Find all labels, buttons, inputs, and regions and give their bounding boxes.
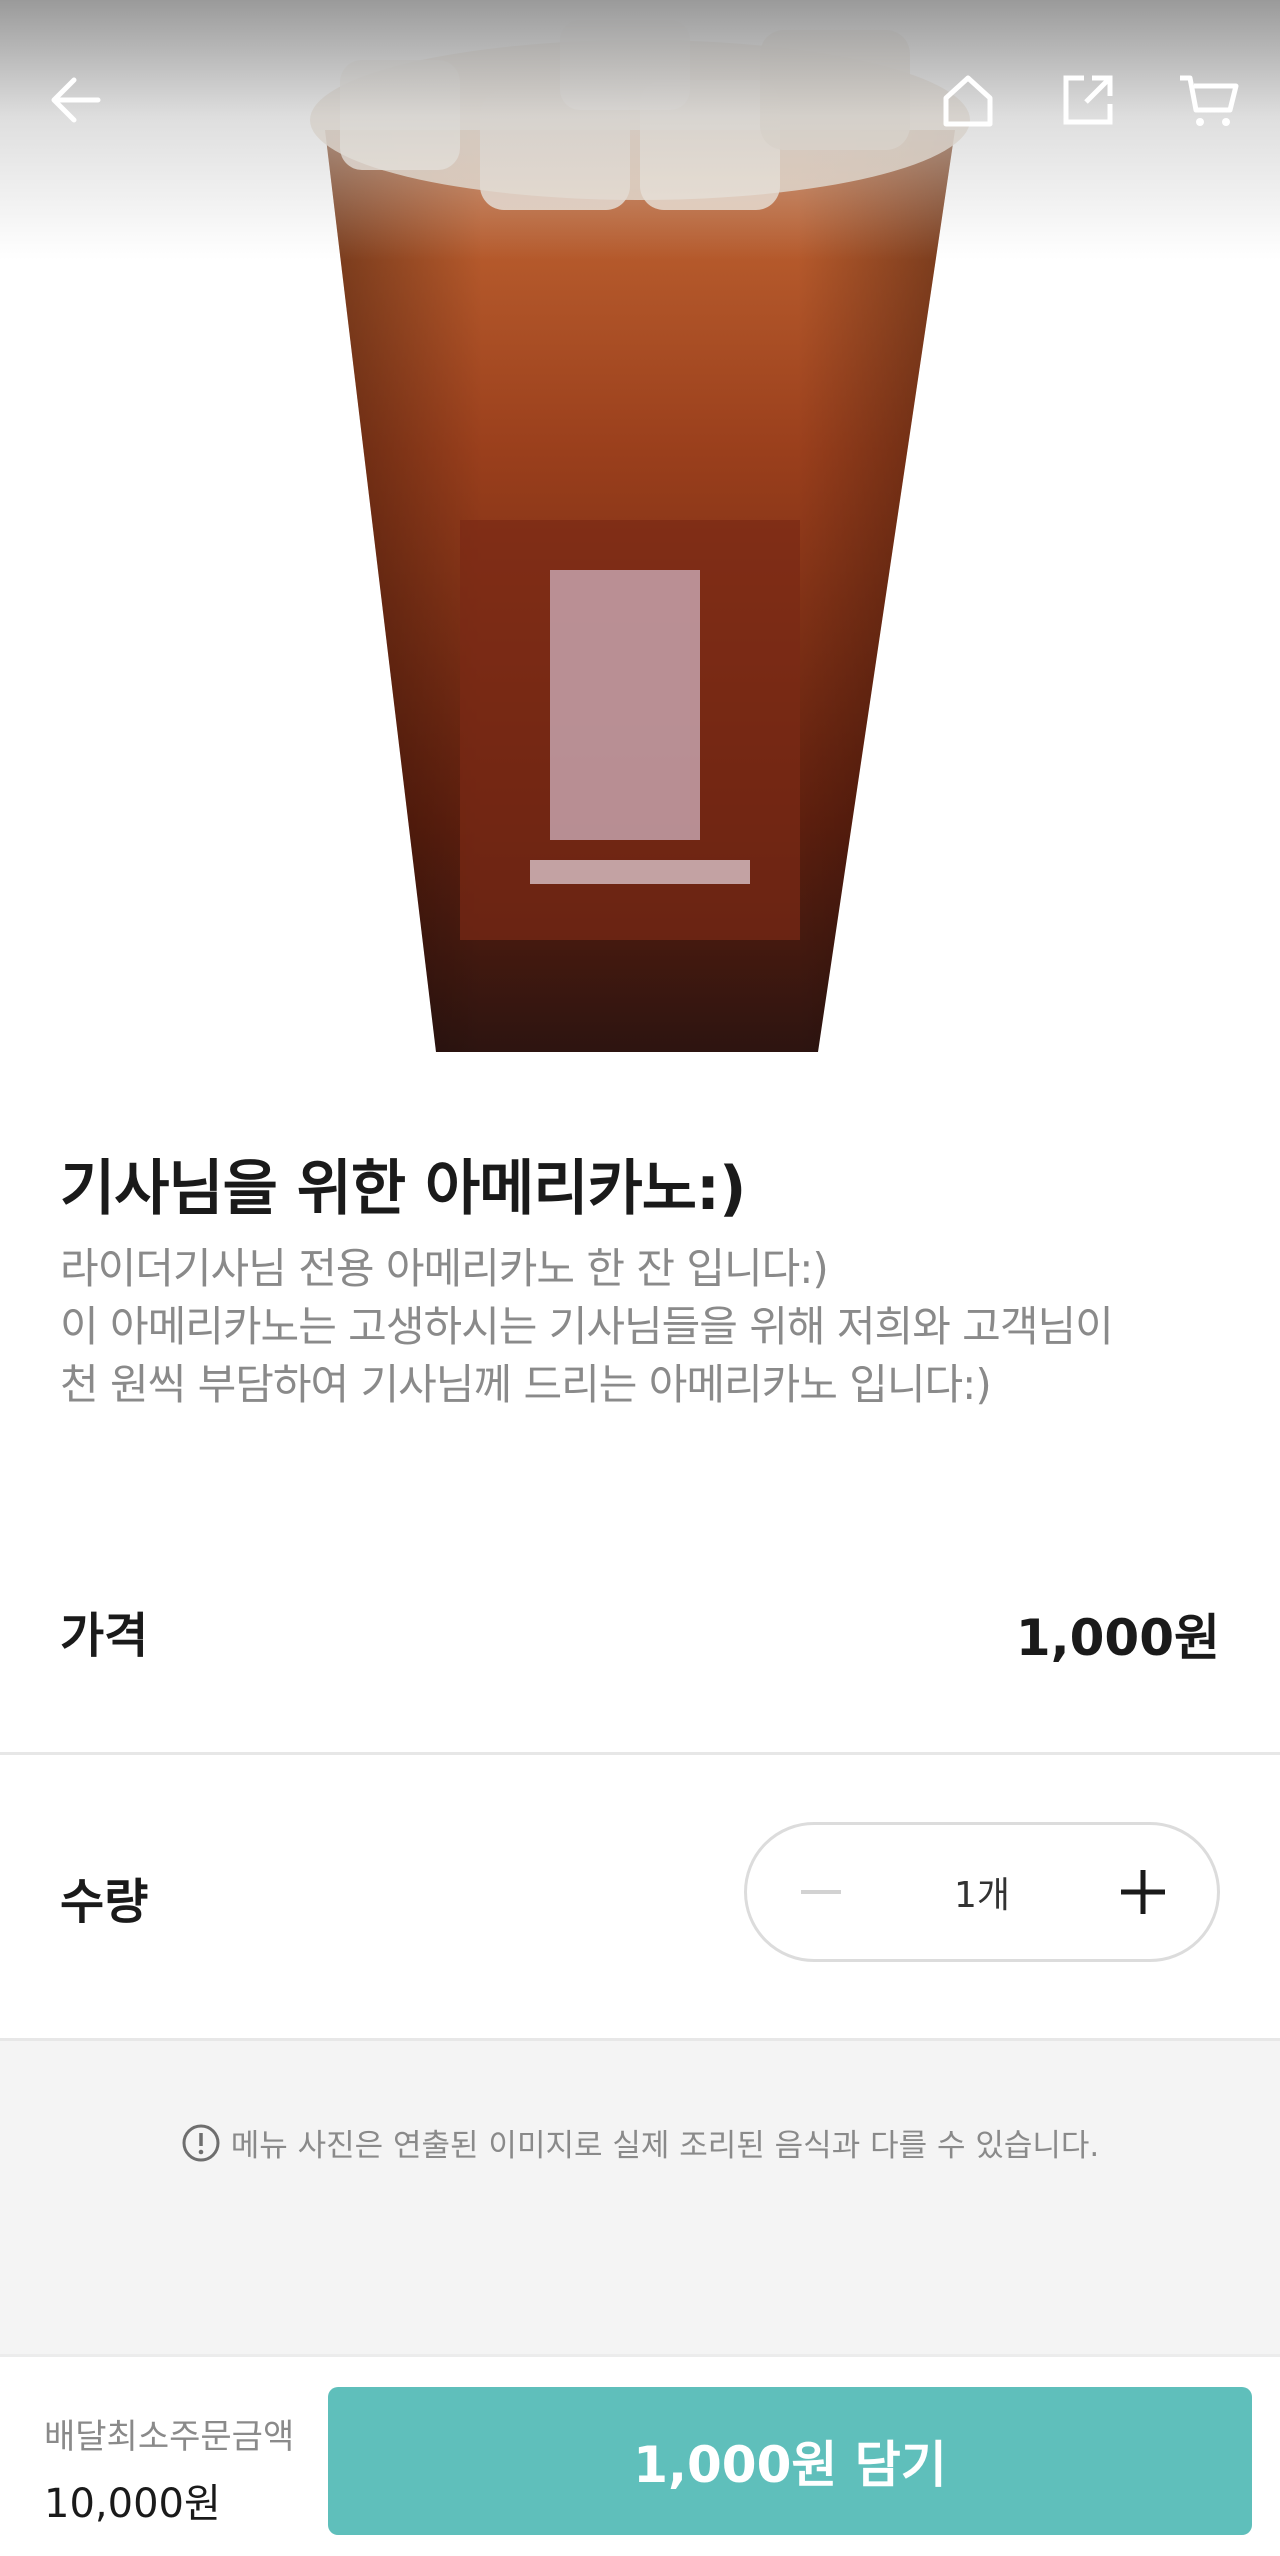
arrow-left-icon <box>51 77 101 123</box>
quantity-stepper: 1개 <box>744 1822 1220 1962</box>
bottom-bar: 배달최소주문금액 10,000원 1,000원 담기 <box>0 2354 1280 2556</box>
min-order-label: 배달최소주문금액 <box>44 2417 295 2457</box>
product-description: 라이더기사님 전용 아메리카노 한 잔 입니다:) 이 아메리카노는 고생하시는… <box>60 1240 1240 1414</box>
price-label: 가격 <box>60 1608 149 1664</box>
cart-icon <box>1180 75 1239 126</box>
divider <box>0 2038 1280 2041</box>
plus-icon <box>1121 1870 1165 1914</box>
product-image <box>0 0 1280 1060</box>
quantity-label: 수량 <box>60 1874 149 1930</box>
description-line: 라이더기사님 전용 아메리카노 한 잔 입니다:) <box>60 1244 829 1293</box>
min-order-value: 10,000원 <box>44 2481 221 2527</box>
quantity-value: 1개 <box>953 1875 1011 1916</box>
divider <box>0 1752 1280 1755</box>
notice-section: 메뉴 사진은 연출된 이미지로 실제 조리된 음식과 다를 수 있습니다. <box>0 2038 1280 2354</box>
notice: 메뉴 사진은 연출된 이미지로 실제 조리된 음식과 다를 수 있습니다. <box>0 2120 1280 2165</box>
minus-icon <box>801 1890 841 1894</box>
add-to-cart-button[interactable]: 1,000원 담기 <box>328 2387 1252 2535</box>
back-button[interactable] <box>36 60 116 140</box>
price-value: 1,000원 <box>1015 1609 1220 1667</box>
share-icon <box>1063 75 1113 125</box>
cart-button[interactable] <box>1168 60 1248 140</box>
description-line: 이 아메리카노는 고생하시는 기사님들을 위해 저희와 고객님이 <box>60 1302 1114 1351</box>
description-line: 천 원씩 부담하여 기사님께 드리는 아메리카노 입니다:) <box>60 1360 992 1409</box>
decrease-button[interactable] <box>791 1862 851 1922</box>
share-button[interactable] <box>1048 60 1128 140</box>
increase-button[interactable] <box>1113 1862 1173 1922</box>
home-button[interactable] <box>928 60 1008 140</box>
info-icon <box>182 2124 220 2161</box>
product-title: 기사님을 위한 아메리카노:) <box>60 1154 746 1224</box>
home-icon <box>943 75 993 127</box>
notice-text: 메뉴 사진은 연출된 이미지로 실제 조리된 음식과 다를 수 있습니다. <box>230 2128 1100 2164</box>
